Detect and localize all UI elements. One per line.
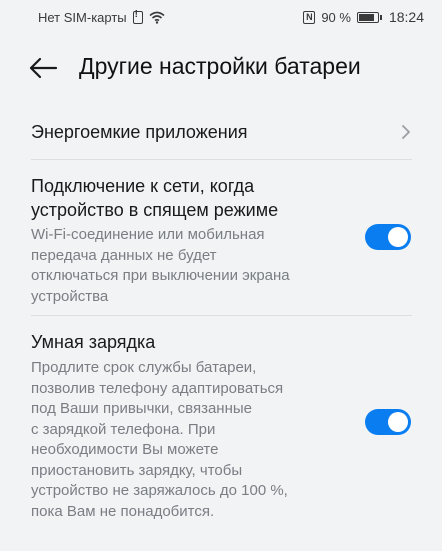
description-line: необходимости Вы можете <box>31 441 219 458</box>
battery-fill <box>358 13 374 21</box>
description-line: Wi-Fi-соединение или мобильная <box>31 226 265 243</box>
smart-charging-title: Умная зарядка <box>31 332 156 352</box>
back-arrow-icon[interactable] <box>28 57 58 79</box>
description-line: передача данных не будет <box>31 246 217 264</box>
network-sleep-title: Подключение к сети, когда устройство в с… <box>31 174 278 222</box>
nfc-icon: N <box>303 10 316 24</box>
network-sleep-toggle[interactable] <box>365 224 411 250</box>
divider <box>31 159 412 160</box>
description-line: приостановить зарядку, чтобы <box>31 461 243 479</box>
divider <box>31 315 412 316</box>
status-right: N 90 % 18:24 <box>303 9 424 25</box>
toggle-knob <box>388 227 408 247</box>
description-line: Продлите срок службы батареи, <box>31 359 257 376</box>
network-sleep-description: Wi-Fi-соединение или мобильная передача … <box>31 225 290 307</box>
page-title: Другие настройки батареи <box>79 53 361 79</box>
description-line: под Ваши привычки, связанные <box>31 400 253 417</box>
battery-icon <box>356 11 382 23</box>
wifi-icon <box>149 11 165 24</box>
description-line: с зарядкой телефона. При <box>31 420 216 438</box>
clock: 18:24 <box>388 9 424 25</box>
header: Другие настройки батареи <box>0 40 442 98</box>
description-line: пока Вам не понадобится. <box>31 502 215 520</box>
toggle-knob <box>388 412 408 432</box>
description-line: устройства <box>31 287 109 305</box>
battery-percent: 90 % <box>321 9 351 25</box>
smart-charging-description: Продлите срок службы батареи, позволив т… <box>31 358 288 522</box>
sim-icon <box>132 9 143 24</box>
smart-charging-toggle[interactable] <box>365 409 411 435</box>
description-line: устройство не заряжалось до 100 %, <box>31 482 288 499</box>
network-sleep-title-line: Подключение к сети, когда <box>31 176 255 196</box>
network-sleep-title-line: устройство в спящем режиме <box>31 200 279 220</box>
carrier-text: Нет SIM-карты <box>38 9 127 25</box>
status-left: Нет SIM-карты <box>38 9 165 25</box>
description-line: отключаться при выключении экрана <box>31 267 290 284</box>
screen: Нет SIM-карты N 90 % 18:24 Другие настро… <box>0 0 442 551</box>
energy-apps-item[interactable]: Энергоемкие приложения <box>31 106 412 158</box>
description-line: позволив телефону адаптироваться <box>31 379 284 397</box>
chevron-right-icon <box>402 125 410 139</box>
status-bar: Нет SIM-карты N 90 % 18:24 <box>0 0 442 34</box>
energy-apps-label: Энергоемкие приложения <box>31 121 248 142</box>
